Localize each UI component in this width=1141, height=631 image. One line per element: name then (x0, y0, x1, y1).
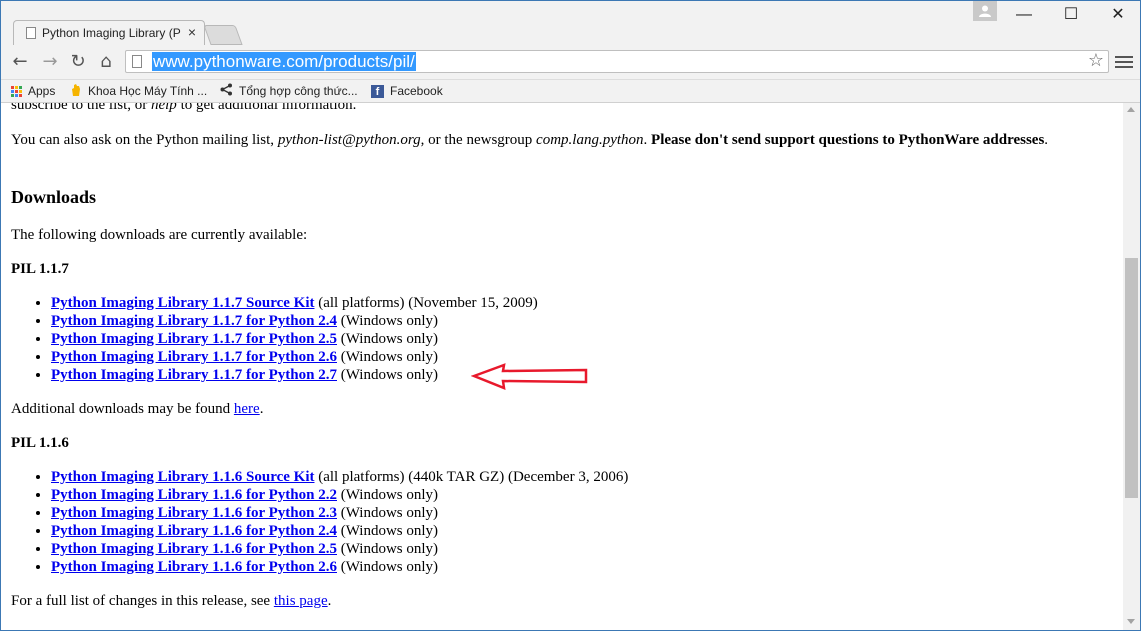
this-page-link[interactable]: this page (274, 593, 328, 609)
list-item: Python Imaging Library 1.1.6 Source Kit … (51, 468, 628, 486)
close-window-button[interactable]: ✕ (1103, 3, 1133, 27)
list-item: Python Imaging Library 1.1.6 for Python … (51, 486, 628, 504)
share-icon (220, 83, 233, 100)
hand-icon (70, 83, 82, 101)
back-button[interactable]: ← (9, 51, 31, 73)
pil-116-heading: PIL 1.1.6 (11, 435, 69, 451)
browser-window: Python Imaging Library (P × — ☐ ✕ ← → ↻ … (0, 0, 1141, 631)
list-item: Python Imaging Library 1.1.7 for Python … (51, 330, 538, 348)
download-link[interactable]: Python Imaging Library 1.1.6 for Python … (51, 541, 337, 557)
bookmark-tong-hop[interactable]: Tổng hợp công thức... (220, 83, 358, 99)
bookmark-label: Apps (28, 84, 56, 98)
mailing-list-paragraph: You can also ask on the Python mailing l… (11, 132, 1049, 148)
title-bar: Python Imaging Library (P × — ☐ ✕ (1, 1, 1140, 46)
bookmark-khoa-hoc[interactable]: Khoa Học Máy Tính ... (70, 83, 207, 99)
reload-button[interactable]: ↻ (67, 51, 89, 73)
list-item: Python Imaging Library 1.1.6 for Python … (51, 504, 628, 522)
bookmark-star-icon[interactable]: ☆ (1088, 50, 1104, 71)
list-item: Python Imaging Library 1.1.7 for Python … (51, 348, 538, 366)
list-item: Python Imaging Library 1.1.7 for Python … (51, 366, 538, 384)
page-content: subscribe to the list, or help to get ad… (1, 103, 1123, 630)
download-link[interactable]: Python Imaging Library 1.1.6 for Python … (51, 487, 337, 503)
apps-grid-icon (11, 86, 22, 98)
scroll-down-arrow-icon[interactable] (1127, 619, 1135, 624)
new-tab-button[interactable] (203, 25, 243, 45)
bookmark-label: Khoa Học Máy Tính ... (88, 84, 208, 99)
pil-117-heading: PIL 1.1.7 (11, 261, 69, 277)
address-bar[interactable]: www.pythonware.com/products/pil/ ☆ (125, 50, 1109, 73)
download-link[interactable]: Python Imaging Library 1.1.6 for Python … (51, 559, 337, 575)
support-warning: Please don't send support questions to P… (651, 132, 1045, 148)
additional-downloads: Additional downloads may be found here. (11, 401, 264, 417)
person-icon (979, 5, 991, 17)
list-item: Python Imaging Library 1.1.7 for Python … (51, 312, 538, 330)
tab-title: Python Imaging Library (P (42, 26, 181, 40)
profile-button[interactable] (973, 1, 997, 21)
here-link[interactable]: here (234, 401, 260, 417)
downloads-heading: Downloads (11, 187, 97, 207)
tab-close-icon[interactable]: × (188, 24, 196, 40)
pil-117-download-list: Python Imaging Library 1.1.7 Source Kit … (11, 294, 538, 384)
list-item: Python Imaging Library 1.1.6 for Python … (51, 540, 628, 558)
pil-116-download-list: Python Imaging Library 1.1.6 Source Kit … (11, 468, 628, 576)
facebook-icon: f (371, 85, 384, 99)
chrome-menu-button[interactable] (1115, 53, 1133, 71)
download-link[interactable]: Python Imaging Library 1.1.7 Source Kit (51, 295, 314, 311)
list-item: Python Imaging Library 1.1.6 for Python … (51, 558, 628, 576)
cutoff-paragraph: subscribe to the list, or help to get ad… (11, 103, 356, 114)
forward-button[interactable]: → (39, 51, 61, 73)
changes-paragraph: For a full list of changes in this relea… (11, 593, 332, 609)
scroll-up-arrow-icon[interactable] (1127, 107, 1135, 112)
home-button[interactable]: ⌂ (95, 51, 117, 73)
download-link[interactable]: Python Imaging Library 1.1.7 for Python … (51, 349, 337, 365)
downloads-intro: The following downloads are currently av… (11, 227, 308, 243)
mailing-list-email: python-list@python.org (277, 132, 421, 148)
download-link[interactable]: Python Imaging Library 1.1.7 for Python … (51, 313, 337, 329)
url-text[interactable]: www.pythonware.com/products/pil/ (152, 52, 416, 71)
download-link[interactable]: Python Imaging Library 1.1.6 for Python … (51, 523, 337, 539)
bookmark-label: Tổng hợp công thức... (239, 84, 358, 98)
list-item: Python Imaging Library 1.1.7 Source Kit … (51, 294, 538, 312)
bookmarks-bar: Apps Khoa Học Máy Tính ... Tổng hợp công… (1, 80, 1140, 103)
bookmark-label: Facebook (390, 84, 443, 98)
scrollbar-thumb[interactable] (1125, 258, 1138, 498)
vertical-scrollbar[interactable] (1123, 103, 1140, 630)
minimize-button[interactable]: — (1009, 3, 1039, 27)
list-item: Python Imaging Library 1.1.6 for Python … (51, 522, 628, 540)
help-link[interactable]: help (151, 103, 177, 113)
download-link[interactable]: Python Imaging Library 1.1.6 for Python … (51, 505, 337, 521)
download-link-python-27[interactable]: Python Imaging Library 1.1.7 for Python … (51, 367, 337, 383)
browser-tab[interactable]: Python Imaging Library (P × (13, 20, 205, 46)
download-link[interactable]: Python Imaging Library 1.1.6 Source Kit (51, 469, 314, 485)
download-link[interactable]: Python Imaging Library 1.1.7 for Python … (51, 331, 337, 347)
maximize-button[interactable]: ☐ (1056, 3, 1086, 27)
bookmark-facebook[interactable]: f Facebook (371, 83, 443, 99)
red-arrow-annotation-icon (471, 363, 588, 390)
page-favicon-icon (26, 27, 36, 39)
bookmark-apps[interactable]: Apps (11, 83, 55, 99)
page-info-icon[interactable] (132, 55, 142, 68)
browser-toolbar: ← → ↻ ⌂ www.pythonware.com/products/pil/… (1, 45, 1140, 80)
newsgroup-name: comp.lang.python (536, 132, 644, 148)
